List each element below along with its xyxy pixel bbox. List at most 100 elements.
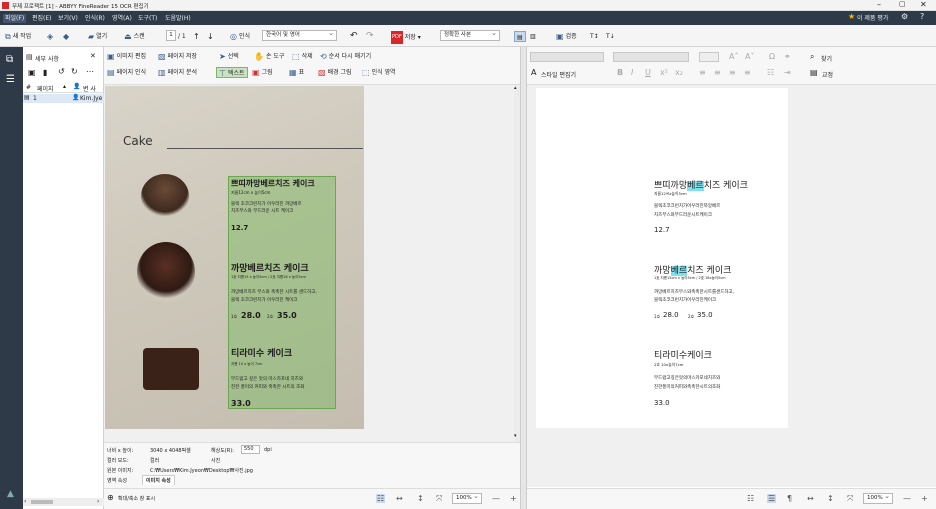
zoom-in-icon[interactable]: + bbox=[510, 494, 517, 503]
pane-splitter[interactable] bbox=[520, 47, 527, 509]
special-char-icon[interactable]: Ω bbox=[769, 52, 775, 61]
align-left-icon[interactable]: ≡ bbox=[699, 68, 706, 77]
style-editor-icon[interactable]: A bbox=[531, 68, 536, 77]
rate-product-link[interactable]: 이 제품 평가 bbox=[857, 14, 888, 23]
language-select[interactable]: 한국어 및 영어 bbox=[262, 29, 337, 41]
undo-icon[interactable]: ↶ bbox=[350, 31, 358, 42]
menu-view[interactable]: 보기(V) bbox=[58, 14, 78, 23]
stack-button[interactable]: ◆ bbox=[63, 31, 71, 42]
menu-area[interactable]: 영역(A) bbox=[112, 14, 132, 23]
text-format-icon[interactable]: T↓ bbox=[606, 31, 615, 42]
save-small-icon[interactable]: ▣ bbox=[28, 68, 36, 77]
redo-icon[interactable]: ↷ bbox=[366, 31, 374, 42]
paragraph-icon[interactable]: ¶ bbox=[787, 494, 792, 503]
gear-icon[interactable]: ⚙ bbox=[901, 12, 908, 21]
hand-tool[interactable]: ✋ 손 도구 bbox=[254, 51, 284, 62]
rotate-left-icon[interactable]: ↺ bbox=[58, 67, 65, 76]
fit-width-icon[interactable]: ↔ bbox=[396, 494, 403, 503]
text-zoom-in-icon[interactable]: + bbox=[921, 494, 928, 503]
page-list-row[interactable]: ▤ 1 👤 Kim.Jye bbox=[23, 94, 104, 103]
find-icon[interactable]: ⌕ bbox=[810, 52, 814, 62]
font-size-field[interactable] bbox=[699, 52, 719, 62]
subscript-icon[interactable]: x₂ bbox=[675, 68, 683, 77]
delete-icon[interactable]: ▮ bbox=[43, 68, 47, 77]
layout-toggle-icon[interactable]: ☷ bbox=[376, 494, 386, 503]
text-area-tool[interactable]: ⊤ 텍스트 bbox=[216, 67, 248, 78]
font-select[interactable] bbox=[530, 52, 604, 62]
bg-picture-tool[interactable]: ▧ 배경 그림 bbox=[318, 67, 352, 78]
shrink-font-icon[interactable]: A˅ bbox=[745, 52, 754, 61]
page-analyze-button[interactable]: ▥ 페이지 분석 bbox=[158, 67, 197, 78]
zoom-window-label[interactable]: 확대/축소 창 표시 bbox=[118, 495, 155, 502]
underline-icon[interactable]: U bbox=[645, 68, 651, 77]
fit-height-icon[interactable]: ↕ bbox=[417, 494, 424, 503]
find-label[interactable]: 찾기 bbox=[821, 54, 832, 63]
superscript-icon[interactable]: x² bbox=[660, 68, 668, 77]
bold-icon[interactable]: B bbox=[617, 68, 623, 77]
correct-label[interactable]: 교정 bbox=[822, 70, 833, 79]
pages-icon[interactable]: ⧉ bbox=[6, 54, 13, 65]
page-save-button[interactable]: ▧ 페이지 저장 bbox=[158, 51, 197, 62]
new-task-button[interactable]: ⧉ 새 작업 bbox=[5, 31, 31, 42]
image-zoom-select[interactable]: 100% bbox=[452, 492, 482, 504]
text-layout-active-icon[interactable]: ☰ bbox=[767, 494, 777, 503]
verify-button[interactable]: ▣ 검증 bbox=[556, 31, 577, 42]
select-tool[interactable]: ➤ 선택 bbox=[219, 51, 239, 62]
menu-edit[interactable]: 편집(E) bbox=[32, 14, 52, 23]
grow-font-icon[interactable]: A˄ bbox=[729, 52, 738, 61]
split-view-icon[interactable]: ▥ bbox=[530, 31, 536, 42]
style-editor-label[interactable]: 스타일 편집기 bbox=[541, 70, 576, 79]
list-format-icon[interactable]: ☷ bbox=[767, 68, 774, 77]
zoom-out-icon[interactable]: — bbox=[492, 494, 500, 503]
zoom-window-icon[interactable]: ⊕ bbox=[107, 493, 114, 502]
page-number-field[interactable]: 1 bbox=[166, 30, 176, 41]
align-center-icon[interactable]: ≡ bbox=[714, 68, 721, 77]
prev-page-icon[interactable]: ↑ bbox=[193, 31, 200, 42]
save-mode-select[interactable]: 정확한 사본 bbox=[440, 29, 500, 41]
justify-icon[interactable]: ≡ bbox=[744, 68, 751, 77]
edit-image-button[interactable]: ▣ 이미지 편집 bbox=[107, 51, 146, 62]
help-icon[interactable]: ? bbox=[920, 12, 924, 21]
italic-icon[interactable]: I bbox=[631, 68, 633, 77]
warning-icon[interactable]: ▲ bbox=[7, 489, 14, 499]
table-area-tool[interactable]: ▦ 표 bbox=[289, 67, 304, 78]
sidebar-scrollbar[interactable]: ‹ › bbox=[23, 498, 104, 506]
column-page[interactable]: 페이지 bbox=[37, 84, 54, 93]
align-right-icon[interactable]: ≡ bbox=[729, 68, 736, 77]
resolution-field[interactable]: 550 bbox=[241, 445, 260, 454]
text-zoom-out-icon[interactable]: — bbox=[903, 494, 911, 503]
fit-page-icon[interactable]: ⤧ bbox=[436, 494, 442, 504]
scan-button[interactable]: ⏏ 스캔 bbox=[124, 31, 145, 42]
maximize-button[interactable]: ▢ bbox=[899, 0, 906, 8]
correct-icon[interactable]: ▤ bbox=[810, 68, 818, 77]
menu-file[interactable]: 파일(F) bbox=[3, 14, 27, 23]
menu-tools[interactable]: 도구(T) bbox=[138, 14, 157, 23]
text-fit-height-icon[interactable]: ↕ bbox=[827, 494, 834, 503]
scroll-thumb[interactable] bbox=[31, 500, 53, 504]
recognized-page[interactable]: 쁘띠까망베르치즈 케이크 지름12쓰x높이5cm 블랙초코크런치가어우러진까망베… bbox=[536, 88, 788, 428]
menu-recognize[interactable]: 인식(R) bbox=[85, 14, 105, 23]
single-view-icon[interactable]: ▤ bbox=[514, 31, 526, 42]
close-window-button[interactable]: ✕ bbox=[920, 0, 927, 9]
text-fit-page-icon[interactable]: ⤧ bbox=[847, 494, 853, 504]
column-author[interactable]: 변 사 bbox=[83, 84, 96, 93]
delete-area-tool[interactable]: ⬚ 삭제 bbox=[292, 51, 313, 62]
recognition-area-tool[interactable]: ⬚ 인식 영역 bbox=[362, 67, 396, 78]
text-zoom-select[interactable]: 100% bbox=[863, 492, 893, 504]
list-icon[interactable]: ☰ bbox=[6, 74, 15, 85]
open-button[interactable]: ▰ 열기 bbox=[88, 31, 107, 42]
recognize-button[interactable]: ◎ 인식 bbox=[230, 31, 250, 42]
size-select[interactable] bbox=[613, 52, 689, 62]
text-tool-icon[interactable]: T↕ bbox=[590, 31, 599, 42]
text-fit-width-icon[interactable]: ↔ bbox=[807, 494, 814, 503]
picture-area-tool[interactable]: ▣ 그림 bbox=[252, 67, 273, 78]
page-recognize-button[interactable]: ▤ 페이지 인식 bbox=[107, 67, 146, 78]
menu-help[interactable]: 도움말(H) bbox=[165, 14, 191, 23]
text-layout-icon[interactable]: ☷ bbox=[747, 494, 754, 503]
tab-area-properties[interactable]: 영역 속성 bbox=[107, 477, 127, 484]
minimize-button[interactable]: – bbox=[877, 0, 881, 9]
indent-icon[interactable]: ⇥ bbox=[784, 68, 791, 77]
link-icon[interactable]: ⚭ bbox=[784, 52, 791, 61]
more-icon[interactable]: ⋯ bbox=[86, 67, 94, 76]
next-page-icon[interactable]: ↓ bbox=[207, 31, 214, 42]
